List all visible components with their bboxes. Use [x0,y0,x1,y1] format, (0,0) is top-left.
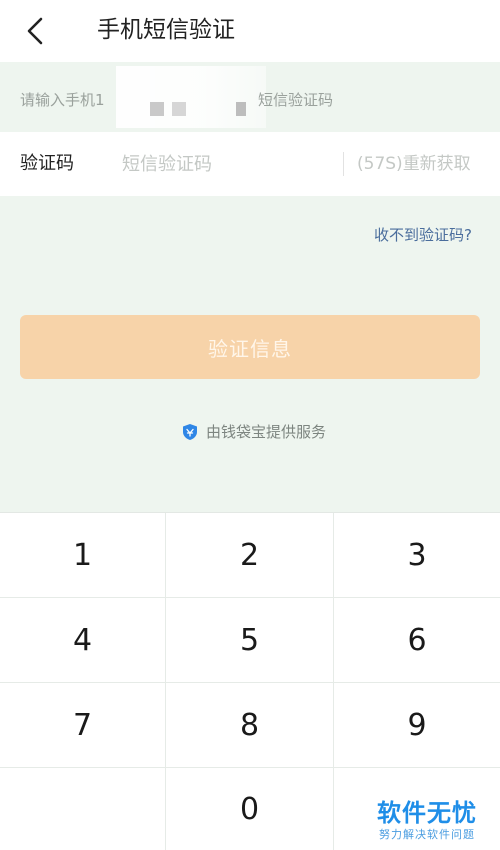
watermark-logo: 软件无忧 努力解决软件问题 [372,798,482,842]
mask-block [236,102,246,116]
mask-block [172,102,186,116]
key-2[interactable]: 2 [166,513,334,598]
verify-button[interactable]: 验证信息 [20,315,480,379]
key-3[interactable]: 3 [334,513,500,598]
chevron-left-icon [27,17,43,45]
shield-icon [182,424,197,440]
provider-note: 由钱袋宝提供服务 [0,420,500,444]
hint-prefix-text: 请输入手机1 [20,91,105,109]
top-bar: 手机短信验证 [0,0,500,62]
key-empty [0,768,166,850]
phone-number-mask [116,66,266,128]
key-4[interactable]: 4 [0,598,166,683]
sms-verification-screen: 手机短信验证 请输入手机1 短信验证码 验证码 (57S)重新获取 收不到验证码… [0,0,500,850]
watermark-title: 软件无忧 [377,799,477,827]
page-title: 手机短信验证 [97,17,235,43]
verification-code-row: 验证码 (57S)重新获取 [0,132,500,196]
phone-hint-row: 请输入手机1 短信验证码 [0,62,500,132]
key-7[interactable]: 7 [0,683,166,768]
watermark-subtitle: 努力解决软件问题 [379,828,475,841]
resend-code-button[interactable]: (57S)重新获取 [357,152,471,176]
divider [343,152,344,176]
hint-suffix-text: 短信验证码 [258,91,334,109]
no-code-received-link[interactable]: 收不到验证码? [374,224,472,246]
key-0[interactable]: 0 [166,768,334,850]
key-6[interactable]: 6 [334,598,500,683]
back-button[interactable] [18,14,52,48]
key-5[interactable]: 5 [166,598,334,683]
code-label: 验证码 [20,153,74,174]
provider-text: 由钱袋宝提供服务 [205,423,326,441]
key-8[interactable]: 8 [166,683,334,768]
mask-block [150,102,164,116]
key-1[interactable]: 1 [0,513,166,598]
key-9[interactable]: 9 [334,683,500,768]
code-input[interactable] [122,148,332,180]
